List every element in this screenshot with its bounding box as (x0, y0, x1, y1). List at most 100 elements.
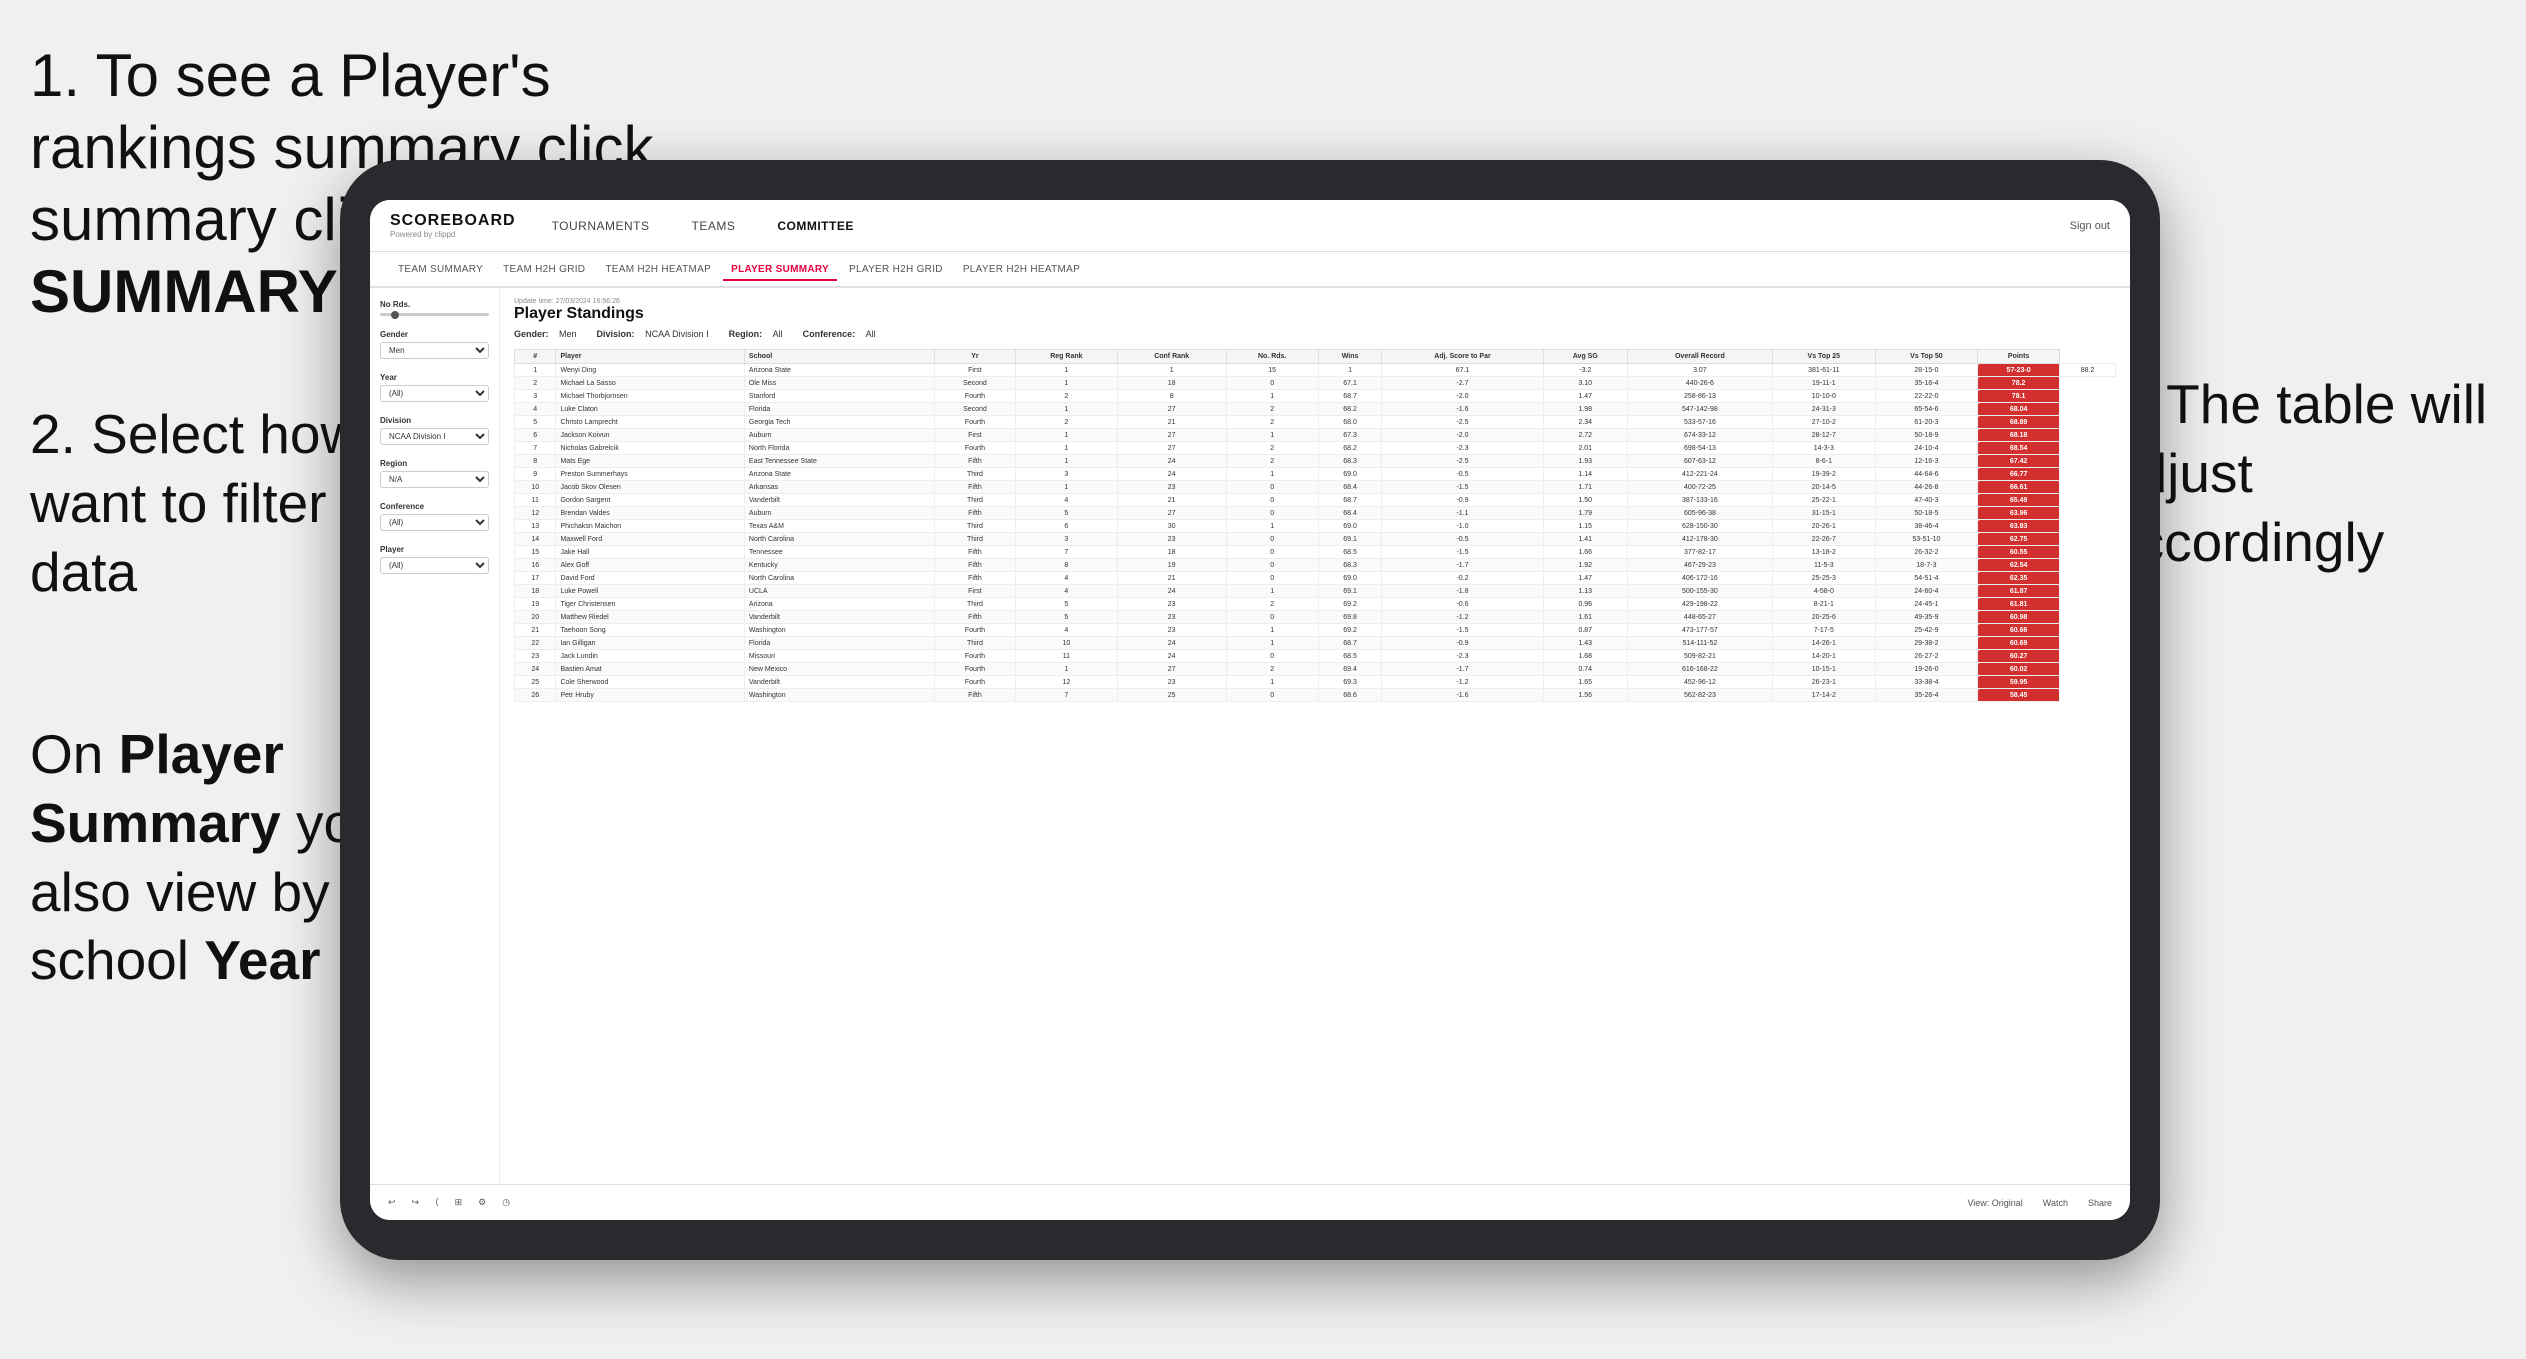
data-cell: 13 (515, 520, 556, 533)
data-cell: 16 (515, 559, 556, 572)
data-cell: 57-23-0 (1978, 364, 2060, 377)
data-cell: -0.5 (1382, 533, 1544, 546)
school-name-cell: Georgia Tech (744, 416, 934, 429)
data-cell: 78.1 (1978, 390, 2060, 403)
table-row: 20Matthew RiedelVanderbiltFifth523069.8-… (515, 611, 2116, 624)
sub-nav-player-h2h-grid[interactable]: PLAYER H2H GRID (841, 260, 951, 279)
toolbar-undo[interactable]: ↩ (384, 1195, 400, 1210)
data-cell: 68.3 (1318, 455, 1381, 468)
no-rds-thumb[interactable] (391, 311, 399, 319)
data-cell: 562-82-23 (1627, 689, 1772, 702)
school-name-cell: North Florida (744, 442, 934, 455)
data-cell: 61.87 (1978, 585, 2060, 598)
data-cell: 500-155-30 (1627, 585, 1772, 598)
data-cell: -0.5 (1382, 468, 1544, 481)
data-cell: 28-15-0 (1875, 364, 1978, 377)
toolbar-view-original[interactable]: View: Original (1963, 1196, 2026, 1210)
data-cell: 88.2 (2060, 364, 2116, 377)
division-select[interactable]: NCAA Division I (380, 428, 489, 445)
data-cell: 10-15-1 (1773, 663, 1876, 676)
table-row: 10Jacob Skov OlesenArkansasFifth123068.4… (515, 481, 2116, 494)
sub-nav-team-h2h-heatmap[interactable]: TEAM H2H HEATMAP (597, 260, 719, 279)
data-cell: -1.6 (1382, 689, 1544, 702)
gender-select[interactable]: Men (380, 342, 489, 359)
data-cell: 607-63-12 (1627, 455, 1772, 468)
data-cell: 60.55 (1978, 546, 2060, 559)
data-cell: 6 (1015, 520, 1117, 533)
app-header: SCOREBOARD Powered by clippd TOURNAMENTS… (370, 200, 2130, 252)
data-cell: 11 (1015, 650, 1117, 663)
data-cell: 18 (1117, 546, 1226, 559)
school-name-cell: Missouri (744, 650, 934, 663)
toolbar-redo[interactable]: ↪ (408, 1195, 424, 1210)
data-cell: -1.5 (1382, 546, 1544, 559)
data-cell: 1.15 (1543, 520, 1627, 533)
toolbar-clock[interactable]: ◷ (498, 1195, 514, 1210)
region-select[interactable]: N/A (380, 471, 489, 488)
data-cell: Fourth (935, 390, 1016, 403)
data-cell: 1 (1318, 364, 1381, 377)
conference-select[interactable]: (All) (380, 514, 489, 531)
table-row: 25Cole SherwoodVanderbiltFourth1223169.3… (515, 676, 2116, 689)
sidebar-region: Region N/A (380, 459, 489, 488)
sub-nav-team-summary[interactable]: TEAM SUMMARY (390, 260, 491, 279)
sub-nav-player-h2h-heatmap[interactable]: PLAYER H2H HEATMAP (955, 260, 1088, 279)
data-cell: 23 (1117, 624, 1226, 637)
data-cell: 23 (1117, 598, 1226, 611)
data-cell: 2 (1015, 390, 1117, 403)
player-standings-table: # Player School Yr Reg Rank Conf Rank No… (514, 349, 2116, 702)
sub-nav-team-h2h-grid[interactable]: TEAM H2H GRID (495, 260, 593, 279)
toolbar-settings[interactable]: ⚙ (474, 1195, 490, 1210)
toolbar-share[interactable]: Share (2084, 1196, 2116, 1210)
sub-nav: TEAM SUMMARY TEAM H2H GRID TEAM H2H HEAT… (370, 252, 2130, 288)
data-cell: 547-142-98 (1627, 403, 1772, 416)
player-name-cell: David Ford (556, 572, 744, 585)
data-cell: 0 (1226, 650, 1318, 663)
nav-committee[interactable]: COMMITTEE (771, 215, 860, 237)
nav-teams[interactable]: TEAMS (686, 215, 742, 237)
player-name-cell: Nicholas Gabrelcik (556, 442, 744, 455)
data-cell: 19-39-2 (1773, 468, 1876, 481)
data-cell: 8 (1117, 390, 1226, 403)
school-name-cell: Vanderbilt (744, 494, 934, 507)
player-name-cell: Gordon Sargent (556, 494, 744, 507)
data-cell: 35-26-4 (1875, 689, 1978, 702)
conference-label: Conference (380, 502, 489, 511)
data-cell: 63.96 (1978, 507, 2060, 520)
data-cell: 58.45 (1978, 689, 2060, 702)
data-cell: 4-58-0 (1773, 585, 1876, 598)
data-cell: 1 (1226, 624, 1318, 637)
data-cell: Fifth (935, 546, 1016, 559)
player-select[interactable]: (All) (380, 557, 489, 574)
data-cell: 10 (515, 481, 556, 494)
toolbar-back[interactable]: ⟨ (431, 1195, 443, 1210)
data-cell: 67.1 (1318, 377, 1381, 390)
data-cell: 13-18-2 (1773, 546, 1876, 559)
data-cell: 1.65 (1543, 676, 1627, 689)
data-cell: 7-17-5 (1773, 624, 1876, 637)
sign-out-link[interactable]: Sign out (2070, 220, 2110, 232)
no-rds-slider[interactable] (380, 313, 489, 316)
nav-tournaments[interactable]: TOURNAMENTS (546, 215, 656, 237)
school-name-cell: Ole Miss (744, 377, 934, 390)
data-cell: 1 (1015, 481, 1117, 494)
sidebar-division: Division NCAA Division I (380, 416, 489, 445)
data-cell: 31-15-1 (1773, 507, 1876, 520)
toolbar-copy[interactable]: ⊞ (451, 1195, 467, 1210)
data-cell: 67.3 (1318, 429, 1381, 442)
data-cell: Fourth (935, 650, 1016, 663)
player-name-cell: Luke Claton (556, 403, 744, 416)
sub-nav-player-summary[interactable]: PLAYER SUMMARY (723, 260, 837, 281)
data-cell: 26-27-2 (1875, 650, 1978, 663)
data-cell: 7 (1015, 689, 1117, 702)
data-cell: 62.54 (1978, 559, 2060, 572)
data-cell: 1.61 (1543, 611, 1627, 624)
data-cell: 68.2 (1318, 403, 1381, 416)
year-select[interactable]: (All) (380, 385, 489, 402)
player-name-cell: Phichaksn Maichon (556, 520, 744, 533)
data-cell: 14-3-3 (1773, 442, 1876, 455)
data-cell: 21 (1117, 572, 1226, 585)
data-cell: 35-16-4 (1875, 377, 1978, 390)
toolbar-watch[interactable]: Watch (2039, 1196, 2072, 1210)
data-cell: 24-60-4 (1875, 585, 1978, 598)
